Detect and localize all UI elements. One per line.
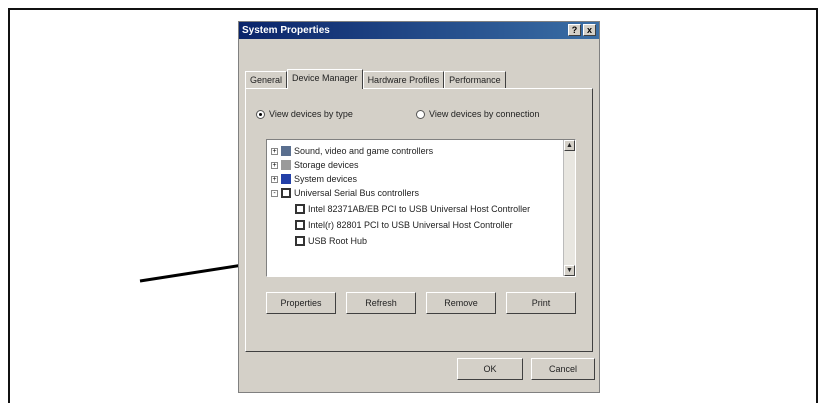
- ok-button[interactable]: OK: [457, 358, 523, 380]
- radio-unselected-icon[interactable]: [416, 109, 425, 119]
- storage-icon: [281, 160, 291, 170]
- expand-icon[interactable]: +: [271, 147, 278, 155]
- usb-device-icon: [295, 220, 305, 230]
- tree-item-label: Universal Serial Bus controllers: [294, 188, 420, 198]
- view-by-type-label: View devices by type: [269, 109, 353, 119]
- print-button[interactable]: Print: [506, 292, 576, 314]
- tab-strip: General Device Manager Hardware Profiles…: [245, 69, 506, 89]
- system-properties-dialog: System Properties ? x General Device Man…: [238, 21, 600, 393]
- tree-item-label: Sound, video and game controllers: [294, 146, 434, 156]
- expand-icon[interactable]: +: [271, 175, 278, 183]
- cancel-button[interactable]: Cancel: [531, 358, 595, 380]
- usb-device-icon: [295, 204, 305, 214]
- radio-selected-icon[interactable]: [256, 109, 265, 119]
- usb-device-icon: [295, 236, 305, 246]
- tree-item-sound[interactable]: + Sound, video and game controllers: [271, 144, 433, 158]
- tree-item-usb[interactable]: - Universal Serial Bus controllers: [271, 186, 419, 200]
- properties-button[interactable]: Properties: [266, 292, 336, 314]
- remove-button[interactable]: Remove: [426, 292, 496, 314]
- tree-item-usb-root-hub[interactable]: USB Root Hub: [295, 234, 367, 248]
- computer-icon: [281, 174, 291, 184]
- refresh-button[interactable]: Refresh: [346, 292, 416, 314]
- dialog-title: System Properties: [242, 25, 330, 36]
- vertical-scrollbar[interactable]: ▲ ▼: [563, 140, 575, 276]
- close-button[interactable]: x: [583, 24, 596, 36]
- tree-item-label: System devices: [294, 174, 358, 184]
- tab-general[interactable]: General: [245, 71, 288, 89]
- usb-icon: [281, 188, 291, 198]
- tab-performance[interactable]: Performance: [444, 71, 506, 89]
- tree-item-system[interactable]: + System devices: [271, 172, 357, 186]
- title-bar: System Properties ? x: [239, 22, 599, 39]
- tree-item-usb-host-1[interactable]: Intel 82371AB/EB PCI to USB Universal Ho…: [295, 202, 530, 216]
- tree-item-storage[interactable]: + Storage devices: [271, 158, 359, 172]
- collapse-icon[interactable]: -: [271, 189, 278, 197]
- tab-hardware-profiles[interactable]: Hardware Profiles: [362, 71, 445, 89]
- tab-device-manager[interactable]: Device Manager: [287, 69, 363, 89]
- tree-item-label: Intel 82371AB/EB PCI to USB Universal Ho…: [308, 204, 531, 214]
- help-button[interactable]: ?: [568, 24, 581, 36]
- view-by-type-option[interactable]: View devices by type: [256, 109, 353, 119]
- tree-item-usb-host-2[interactable]: Intel(r) 82801 PCI to USB Universal Host…: [295, 218, 513, 232]
- view-by-connection-label: View devices by connection: [429, 109, 540, 119]
- expand-icon[interactable]: +: [271, 161, 278, 169]
- view-by-connection-option[interactable]: View devices by connection: [416, 109, 539, 119]
- speaker-icon: [281, 146, 291, 156]
- scroll-up-icon[interactable]: ▲: [564, 140, 575, 151]
- scroll-down-icon[interactable]: ▼: [564, 265, 575, 276]
- device-manager-panel: View devices by type View devices by con…: [245, 88, 593, 352]
- tree-item-label: Storage devices: [294, 160, 359, 170]
- device-tree[interactable]: + Sound, video and game controllers + St…: [266, 139, 576, 277]
- tree-item-label: Intel(r) 82801 PCI to USB Universal Host…: [308, 220, 513, 230]
- tree-item-label: USB Root Hub: [308, 236, 368, 246]
